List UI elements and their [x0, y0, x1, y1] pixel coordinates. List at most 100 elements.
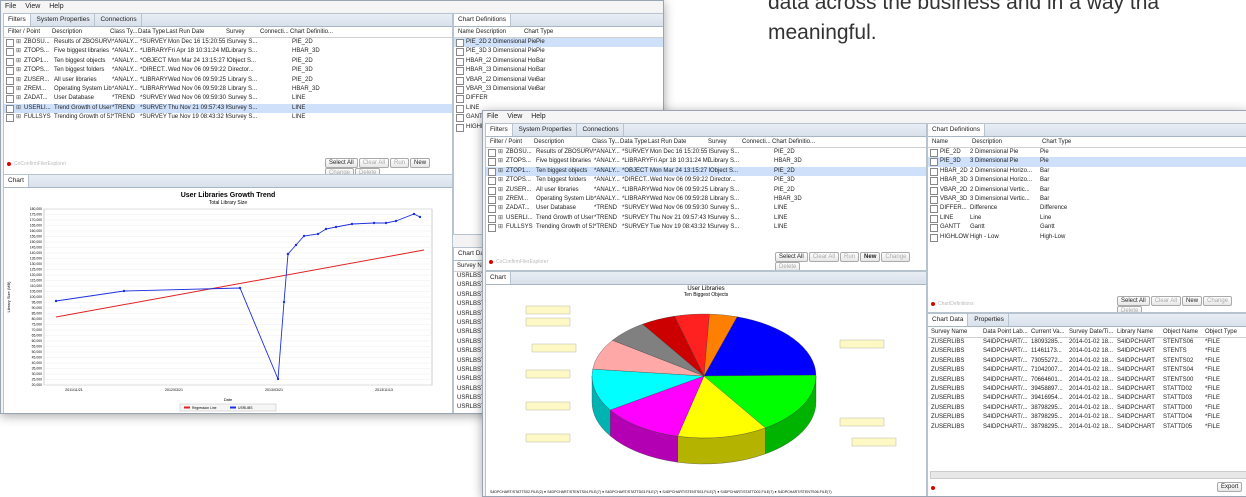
export-button[interactable]: Export: [1217, 482, 1243, 492]
table-row[interactable]: ⊞ ZADAT... User Database *TREND *SURVEYWed N…: [4, 94, 452, 104]
row-checkbox[interactable]: [930, 205, 938, 214]
front-menu-file[interactable]: File: [487, 113, 498, 120]
row-checkbox[interactable]: [6, 48, 14, 57]
row-checkbox[interactable]: [930, 214, 938, 223]
expand-icon[interactable]: ⊞: [16, 113, 24, 122]
table-row[interactable]: ⊞ ZTOPS... Five biggest libraries *ANALY...…: [4, 47, 452, 57]
row-checkbox[interactable]: [456, 114, 464, 123]
table-row[interactable]: GANTT Gantt Gantt: [928, 223, 1246, 233]
expand-icon[interactable]: ⊞: [498, 186, 506, 195]
tab-filters[interactable]: Filters: [4, 14, 31, 26]
row-checkbox[interactable]: [6, 76, 14, 85]
row-checkbox[interactable]: [456, 39, 464, 47]
tab-system-properties[interactable]: System Properties: [33, 14, 95, 26]
toolbar-button[interactable]: Select All: [1117, 296, 1150, 306]
row-checkbox[interactable]: [6, 57, 14, 66]
row-checkbox[interactable]: [930, 149, 938, 157]
front-menu-help[interactable]: Help: [531, 113, 545, 120]
toolbar-button[interactable]: Run: [390, 158, 410, 168]
table-row[interactable]: PIE_2D 2 Dimensional Pie Pie: [928, 148, 1246, 157]
row-checkbox[interactable]: [456, 123, 464, 132]
expand-icon[interactable]: ⊞: [16, 76, 24, 85]
table-row[interactable]: ZUSERLIBS S4IDPCHART/... 38798295... 2014-0…: [928, 413, 1246, 422]
table-row[interactable]: HBAR_2D2 Dimensional Horizo... Bar: [928, 167, 1246, 176]
table-row[interactable]: ZUSERLIBS S4IDPCHART/... 38798295... 2014-0…: [928, 423, 1246, 432]
table-row[interactable]: VBAR_2D2 Dimensional Vertic...Bar: [928, 186, 1246, 195]
row-checkbox[interactable]: [456, 85, 464, 94]
row-checkbox[interactable]: [488, 214, 496, 223]
menu-view[interactable]: View: [25, 3, 40, 10]
expand-icon[interactable]: ⊞: [498, 214, 506, 223]
row-checkbox[interactable]: [6, 67, 14, 76]
table-row[interactable]: HBAR_3D3 Dimensional Horizo...Bar: [928, 176, 1246, 186]
row-checkbox[interactable]: [930, 186, 938, 195]
table-row[interactable]: ZUSERLIBS S4IDPCHART/... 71042007... 2014-0…: [928, 366, 1246, 375]
table-row[interactable]: ⊞ZBOSU... Results of ZBOSURVEY (...*ANALY…: [486, 148, 926, 157]
row-checkbox[interactable]: [930, 195, 938, 204]
tab-chart-definitions[interactable]: Chart Definitions: [454, 14, 512, 26]
row-checkbox[interactable]: [456, 57, 464, 66]
table-row[interactable]: DIFFER...: [454, 94, 663, 104]
row-checkbox[interactable]: [488, 186, 496, 195]
front-tab-filters[interactable]: Filters: [486, 124, 513, 136]
table-row[interactable]: PIE_3D3 Dimensional PiePie: [928, 157, 1246, 167]
table-row[interactable]: ZUSERLIBS S4IDPCHART/... 11461173... 2014-0…: [928, 347, 1246, 356]
table-row[interactable]: ⊞ZBOSU... Results of ZBOSURVEY (...*ANALY…: [4, 38, 452, 47]
table-row[interactable]: ZUSERLIBS S4IDPCHART/... 18093285... 2014-0…: [928, 338, 1246, 347]
tab-chart[interactable]: Chart: [4, 175, 29, 187]
table-row[interactable]: PIE_3D3 Dimensional PiePie: [454, 47, 663, 57]
table-row[interactable]: VBAR_2D2 Dimensional Vertic...Bar: [454, 76, 663, 85]
table-row[interactable]: LINE Line Line: [928, 214, 1246, 223]
table-row[interactable]: ZUSERLIBS S4IDPCHART/... 73055272... 2014-0…: [928, 357, 1246, 366]
toolbar-button[interactable]: Change: [881, 252, 911, 262]
row-checkbox[interactable]: [930, 158, 938, 167]
expand-icon[interactable]: ⊞: [16, 47, 24, 56]
table-row[interactable]: ⊞USERLI...Trend Growth of User Li...*TRE…: [486, 214, 926, 223]
row-checkbox[interactable]: [6, 114, 14, 123]
tab-chart-data-front[interactable]: Chart Data: [928, 314, 969, 326]
row-checkbox[interactable]: [930, 167, 938, 176]
expand-icon[interactable]: ⊞: [16, 57, 24, 66]
row-checkbox[interactable]: [930, 233, 938, 242]
table-row[interactable]: ZUSERLIBS S4IDPCHART/... 39416954... 2014-0…: [928, 394, 1246, 403]
tab-connections[interactable]: Connections: [96, 14, 142, 26]
table-row[interactable]: ⊞FULLSYSTrending Growth of 515...*TREND *…: [486, 223, 926, 233]
row-checkbox[interactable]: [456, 67, 464, 76]
row-checkbox[interactable]: [456, 104, 464, 113]
front-tab-system-properties[interactable]: System Properties: [515, 124, 577, 136]
expand-icon[interactable]: ⊞: [16, 85, 24, 94]
table-row[interactable]: ⊞ZREM... Operating System Libra...*ANALY.…: [486, 195, 926, 204]
row-checkbox[interactable]: [930, 177, 938, 186]
expand-icon[interactable]: ⊞: [16, 94, 24, 103]
toolbar-button[interactable]: Delete: [775, 262, 801, 270]
row-checkbox[interactable]: [488, 177, 496, 186]
horizontal-scrollbar[interactable]: [930, 471, 1246, 479]
row-checkbox[interactable]: [488, 205, 496, 214]
toolbar-button[interactable]: Change: [1203, 296, 1233, 306]
toolbar-button[interactable]: Select All: [325, 158, 358, 168]
expand-icon[interactable]: ⊞: [16, 38, 24, 47]
toolbar-button[interactable]: Clear All: [1150, 296, 1182, 306]
expand-icon[interactable]: ⊞: [498, 204, 506, 213]
row-checkbox[interactable]: [488, 167, 496, 176]
front-tab-chart-definitions[interactable]: Chart Definitions: [928, 124, 986, 136]
row-checkbox[interactable]: [488, 149, 496, 157]
toolbar-button[interactable]: Delete: [1117, 306, 1143, 312]
expand-icon[interactable]: ⊞: [498, 223, 506, 232]
table-row[interactable]: ⊞ ZTOP1... Ten biggest objects *ANALY... *OB…: [486, 166, 926, 177]
row-checkbox[interactable]: [456, 76, 464, 85]
expand-icon[interactable]: ⊞: [498, 148, 506, 157]
menu-help[interactable]: Help: [49, 3, 63, 10]
table-row[interactable]: ZUSERLIBS S4IDPCHART/... 70664601... 2014-0…: [928, 376, 1246, 385]
table-row[interactable]: ⊞ ZUSER... All user libraries *ANALY... *LIB…: [486, 186, 926, 195]
row-checkbox[interactable]: [6, 85, 14, 94]
front-tab-connections[interactable]: Connections: [578, 124, 624, 136]
front-tab-chart[interactable]: Chart: [486, 272, 511, 284]
row-checkbox[interactable]: [6, 104, 14, 113]
table-row[interactable]: VBAR_3D3 Dimensional Vertic... Bar: [928, 195, 1246, 204]
expand-icon[interactable]: ⊞: [16, 104, 24, 113]
row-checkbox[interactable]: [6, 39, 14, 47]
table-row[interactable]: ⊞USERLI...Trend Growth of User Li...*TRE…: [4, 103, 452, 114]
expand-icon[interactable]: ⊞: [16, 66, 24, 75]
table-row[interactable]: HBAR_3D3 Dimensional Horizo...Bar: [454, 66, 663, 76]
